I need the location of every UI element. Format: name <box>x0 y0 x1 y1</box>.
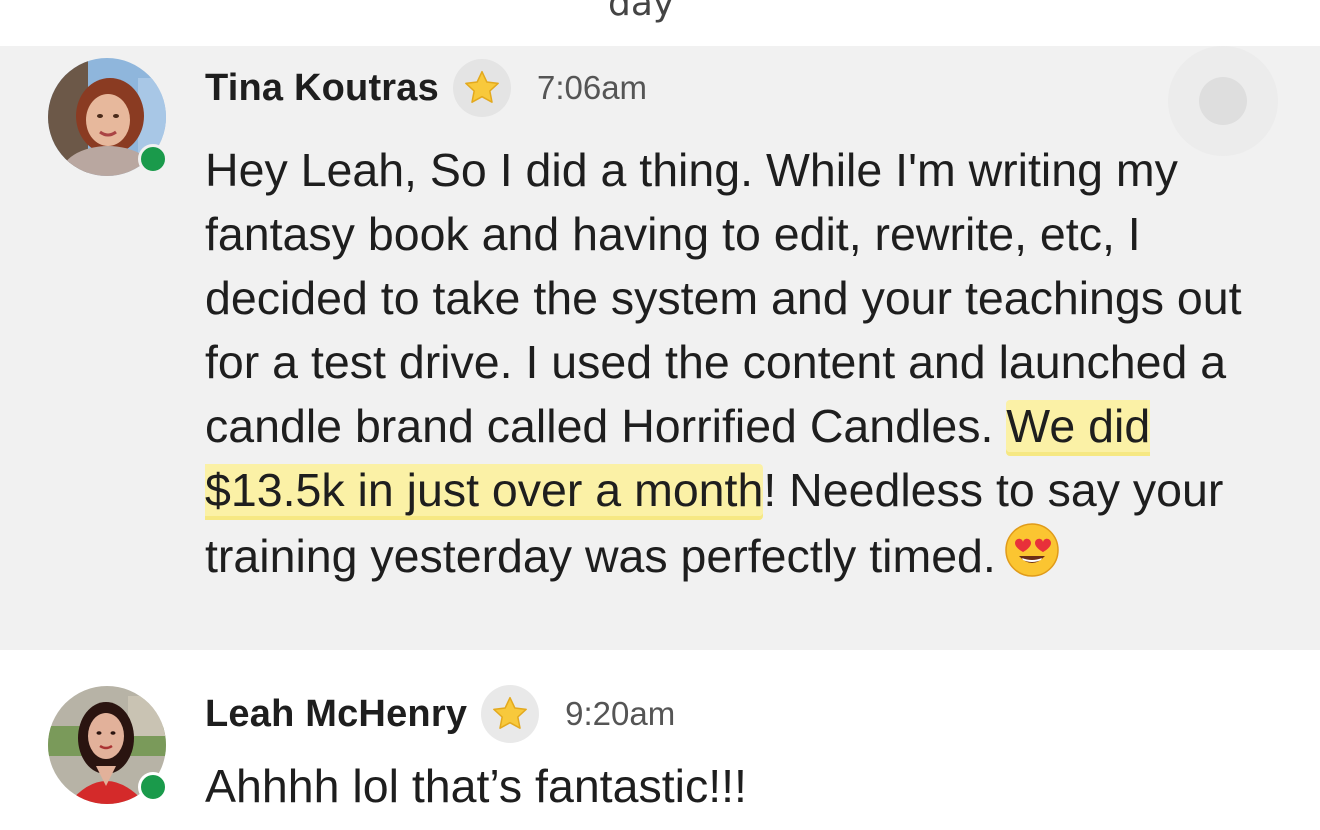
message-item[interactable]: Tina Koutras 7:06am Hey Leah, So I did a… <box>0 46 1320 650</box>
previous-message-fragment: day <box>608 0 675 24</box>
star-badge <box>481 685 540 743</box>
star-icon <box>465 70 499 103</box>
message-header: Tina Koutras 7:06am <box>205 58 647 118</box>
message-timestamp[interactable]: 9:20am <box>565 695 675 733</box>
online-status-dot <box>138 772 168 802</box>
author-name[interactable]: Leah McHenry <box>205 693 467 736</box>
chat-thread: day Tina Koutras 7:06am Hey Leah, So I d… <box>0 0 1320 830</box>
message-body: Ahhhh lol that’s fantastic!!! <box>205 754 1265 818</box>
star-badge <box>452 59 511 117</box>
message-text: Ahhhh lol that’s fantastic!!! <box>205 760 747 812</box>
message-header: Leah McHenry 9:20am <box>205 684 675 744</box>
message-body: Hey Leah, So I did a thing. While I'm wr… <box>205 138 1265 594</box>
message-timestamp[interactable]: 7:06am <box>537 69 647 107</box>
heart-eyes-emoji <box>1004 522 1060 594</box>
online-status-dot <box>138 144 168 174</box>
avatar-container[interactable] <box>48 686 168 806</box>
message-item[interactable]: Leah McHenry 9:20am Ahhhh lol that’s fan… <box>0 650 1320 830</box>
author-name[interactable]: Tina Koutras <box>205 67 439 110</box>
more-icon <box>1199 77 1247 125</box>
star-icon <box>493 696 528 729</box>
avatar-container[interactable] <box>48 58 168 178</box>
